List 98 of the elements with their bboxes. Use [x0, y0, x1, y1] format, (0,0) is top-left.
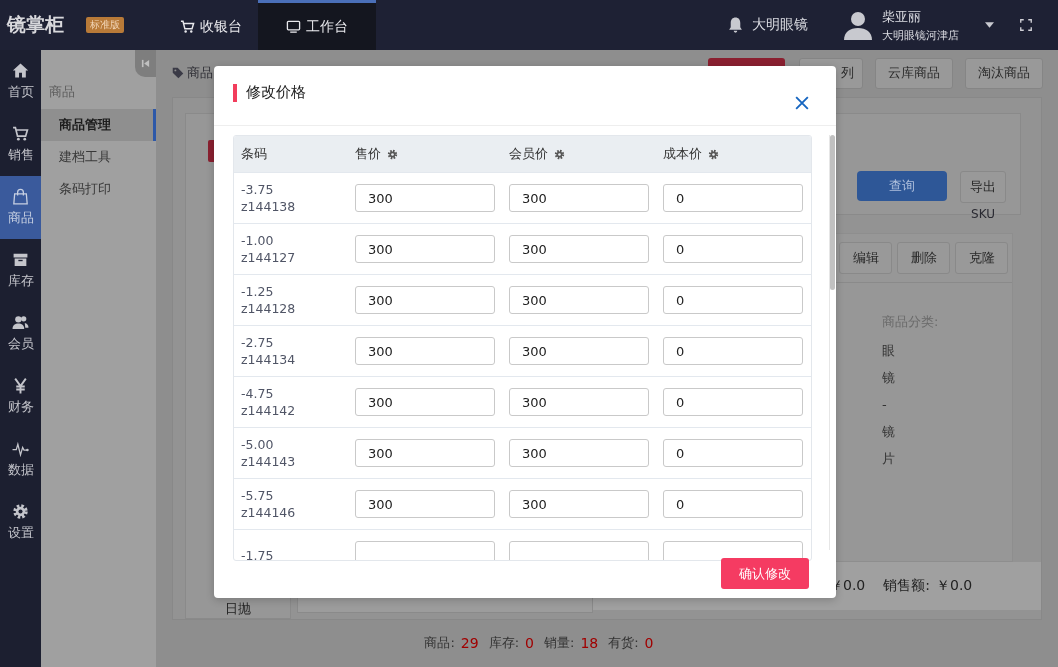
- price-input[interactable]: 300: [355, 439, 495, 467]
- price-input[interactable]: 0: [663, 388, 803, 416]
- caret-icon[interactable]: [985, 22, 994, 28]
- price-input[interactable]: 300: [509, 388, 649, 416]
- nav-item[interactable]: 财务: [0, 365, 41, 428]
- stat-label: 有货:: [608, 634, 639, 653]
- gear-icon[interactable]: [387, 148, 398, 160]
- sub-nav-item[interactable]: 建档工具: [41, 141, 156, 173]
- price-input[interactable]: 300: [509, 439, 649, 467]
- barcode-cell-text: -2.75 z144134: [241, 334, 297, 368]
- price-input[interactable]: 0: [663, 184, 803, 212]
- total-label: 销售额:: [883, 576, 930, 595]
- stat-label: 商品:: [424, 634, 455, 653]
- price-input[interactable]: 300: [355, 235, 495, 263]
- price-input[interactable]: 0: [663, 337, 803, 365]
- branch-name: 大明眼镜河津店: [882, 27, 959, 43]
- user-name: 柴亚丽: [882, 7, 922, 26]
- total-value: ￥0.0: [936, 576, 973, 595]
- gear-icon: [12, 503, 29, 520]
- price-input[interactable]: 0: [663, 286, 803, 314]
- pulse-icon: [12, 440, 29, 457]
- gear-icon[interactable]: [708, 148, 719, 160]
- column-header: 成本价: [663, 145, 702, 163]
- confirm-button[interactable]: 确认修改: [721, 558, 809, 589]
- nav-item[interactable]: 销售: [0, 113, 41, 176]
- price-input[interactable]: 300: [355, 184, 495, 212]
- barcode-cell-text: -1.25 z144128: [241, 283, 297, 317]
- tag-icon: [172, 67, 184, 80]
- action-button[interactable]: 编辑: [839, 241, 892, 274]
- stat-value: 18: [580, 635, 599, 652]
- close-icon: [795, 95, 809, 110]
- nav-item[interactable]: 库存: [0, 239, 41, 302]
- barcode-cell-text: -5.75 z144146: [241, 487, 297, 521]
- yen-icon: [12, 377, 29, 394]
- column-header: 售价: [355, 145, 381, 163]
- monitor-icon: [286, 19, 301, 34]
- cart-icon: [180, 19, 195, 34]
- breadcrumb[interactable]: 商品: [187, 64, 213, 83]
- avatar-icon[interactable]: [842, 9, 874, 41]
- toolbar-button[interactable]: 云库商品: [875, 57, 953, 89]
- fullscreen-icon[interactable]: [1020, 19, 1032, 31]
- barcode-cell-text: -1.00 z144127: [241, 232, 297, 266]
- edition-badge: 标准版: [86, 17, 124, 33]
- nav-item[interactable]: 设置: [0, 491, 41, 554]
- price-input[interactable]: 0: [663, 235, 803, 263]
- bag-icon: [12, 188, 29, 205]
- app-logo: 镜掌柜: [7, 12, 64, 37]
- sub-nav-item[interactable]: 商品管理: [41, 109, 156, 141]
- sub-nav-item[interactable]: 条码打印: [41, 173, 156, 205]
- barcode-cell-text: -3.75 z144138: [241, 181, 297, 215]
- cart-icon: [12, 125, 29, 142]
- category-value: 眼镜-镜片: [882, 341, 895, 468]
- action-button[interactable]: 删除: [897, 241, 950, 274]
- barcode-cell-text: -5.00 z144143: [241, 436, 297, 470]
- top-tab[interactable]: 工作台: [258, 0, 376, 50]
- dialog-title: 修改价格: [246, 83, 307, 102]
- export-button[interactable]: 导出: [960, 170, 1006, 203]
- price-input[interactable]: 0: [663, 490, 803, 518]
- barcode-cell-text: -4.75 z144142: [241, 385, 297, 419]
- toolbar-button[interactable]: 淘汰商品: [965, 57, 1043, 89]
- box-icon: [12, 251, 29, 268]
- close-button[interactable]: [795, 94, 811, 111]
- price-input[interactable]: 0: [663, 439, 803, 467]
- store-name: 大明眼镜: [752, 16, 808, 34]
- list-item[interactable]: 日抛: [225, 599, 251, 618]
- bell-icon[interactable]: [727, 16, 744, 34]
- stat-value: 0: [644, 635, 654, 652]
- sub-nav-title: 商品: [48, 83, 76, 101]
- collapse-icon: [141, 59, 150, 68]
- query-button[interactable]: 查询: [857, 170, 947, 201]
- stat-label: 销量:: [544, 634, 575, 653]
- price-input[interactable]: 300: [355, 388, 495, 416]
- sku-label: SKU: [971, 206, 995, 221]
- nav-item[interactable]: 商品: [0, 176, 41, 239]
- gear-icon[interactable]: [554, 148, 565, 160]
- price-input[interactable]: 300: [355, 337, 495, 365]
- column-header: 会员价: [509, 145, 548, 163]
- price-input[interactable]: 300: [355, 286, 495, 314]
- top-tab[interactable]: 收银台: [164, 0, 258, 50]
- stat-value: 29: [460, 635, 479, 652]
- price-input[interactable]: 300: [355, 490, 495, 518]
- users-icon: [12, 314, 29, 331]
- barcode-cell-text: -1.75: [241, 546, 275, 560]
- home-icon: [12, 62, 29, 79]
- scrollbar-thumb[interactable]: [830, 135, 835, 290]
- column-header: 条码: [241, 145, 267, 163]
- price-input[interactable]: 300: [509, 337, 649, 365]
- price-input[interactable]: 300: [509, 235, 649, 263]
- action-button[interactable]: 克隆: [955, 241, 1008, 274]
- nav-item[interactable]: 数据: [0, 428, 41, 491]
- stat-label: 库存:: [488, 634, 520, 653]
- stat-value: 0: [525, 635, 534, 652]
- price-input[interactable]: 300: [509, 286, 649, 314]
- price-input[interactable]: 300: [509, 184, 649, 212]
- nav-item[interactable]: 会员: [0, 302, 41, 365]
- title-accent: [233, 83, 237, 102]
- nav-item[interactable]: 首页: [0, 50, 41, 113]
- price-input[interactable]: 300: [509, 490, 649, 518]
